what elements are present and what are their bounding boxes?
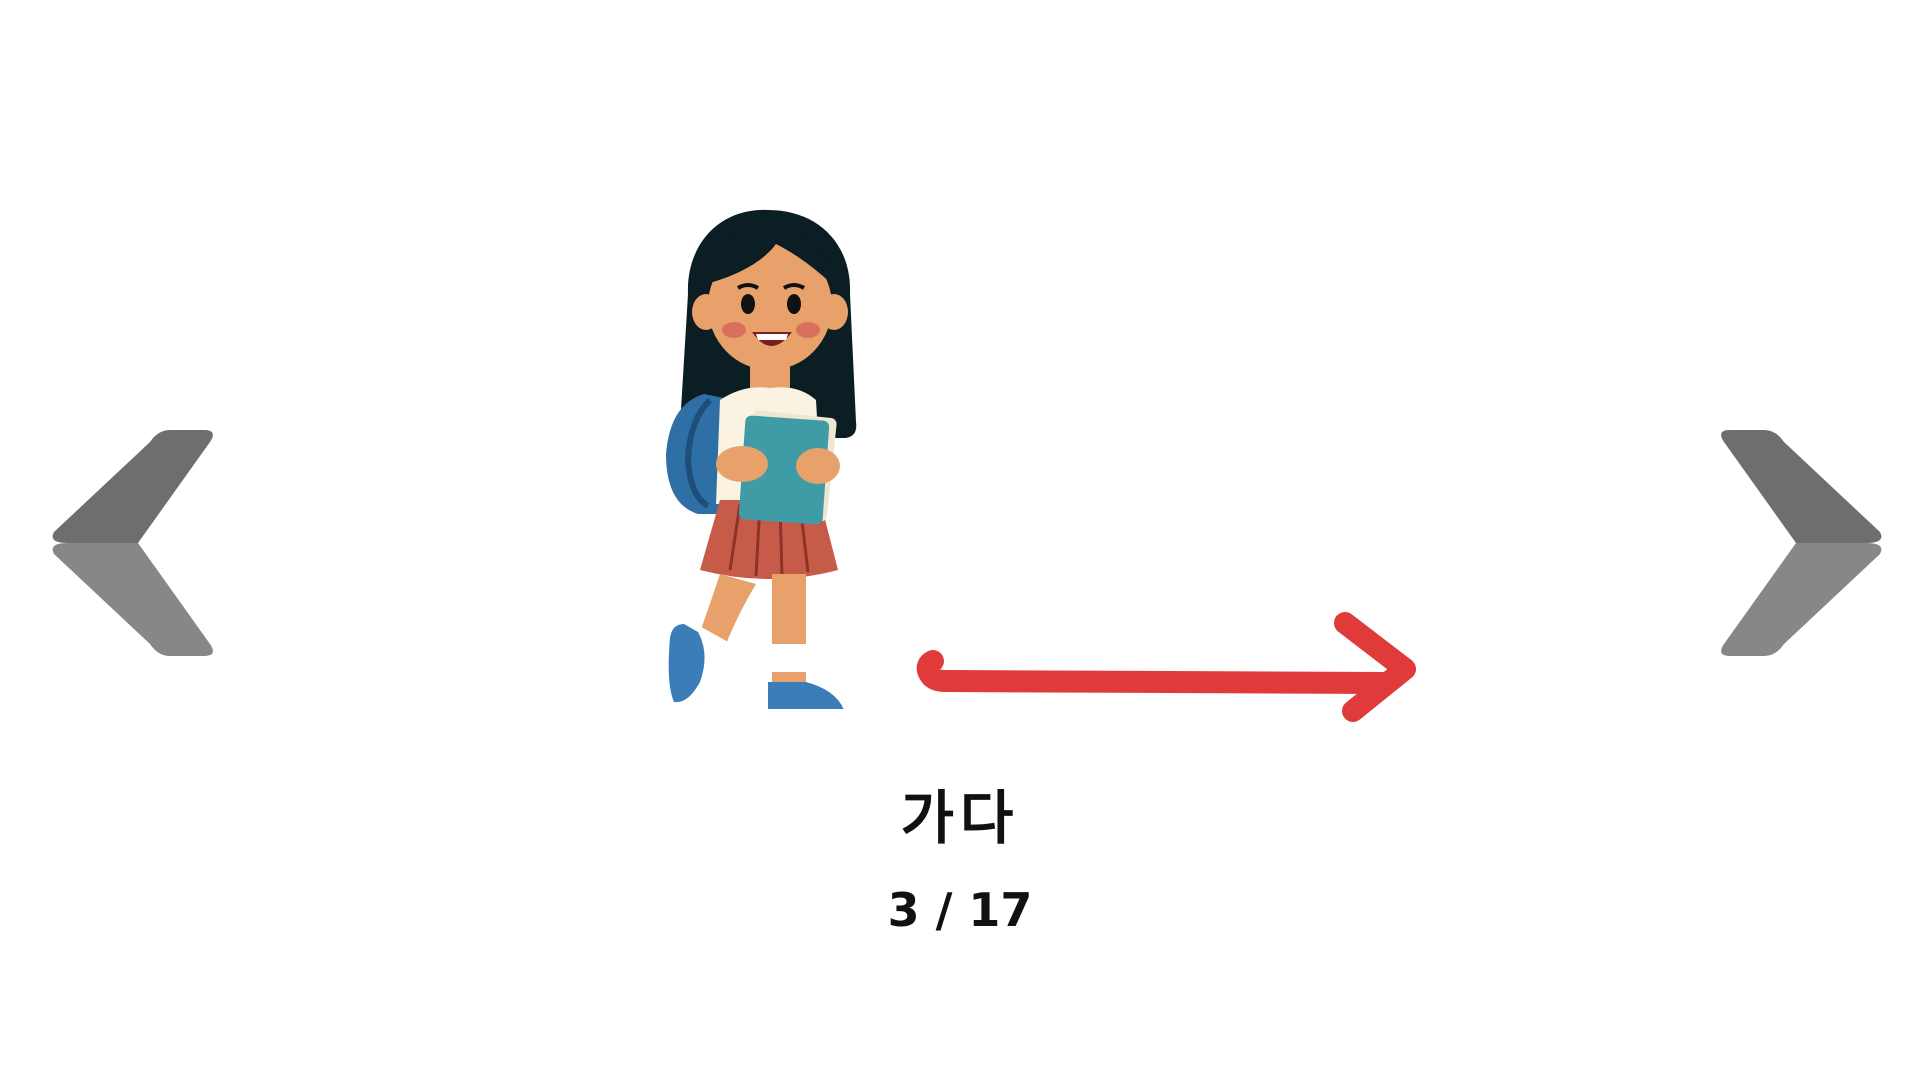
arrow-right-icon	[916, 612, 1416, 722]
flashcard-stage: 가다 3 / 17	[0, 0, 1920, 1080]
flashcard-word: 가다	[900, 784, 1020, 852]
chevron-right-icon	[1721, 430, 1882, 656]
previous-button[interactable]	[48, 402, 224, 684]
next-button[interactable]	[1710, 402, 1886, 684]
direction-arrow	[915, 605, 1430, 725]
girl-walking-illustration	[660, 204, 875, 709]
chevron-left-icon	[52, 430, 213, 656]
slide-counter: 3 / 17	[887, 883, 1033, 937]
